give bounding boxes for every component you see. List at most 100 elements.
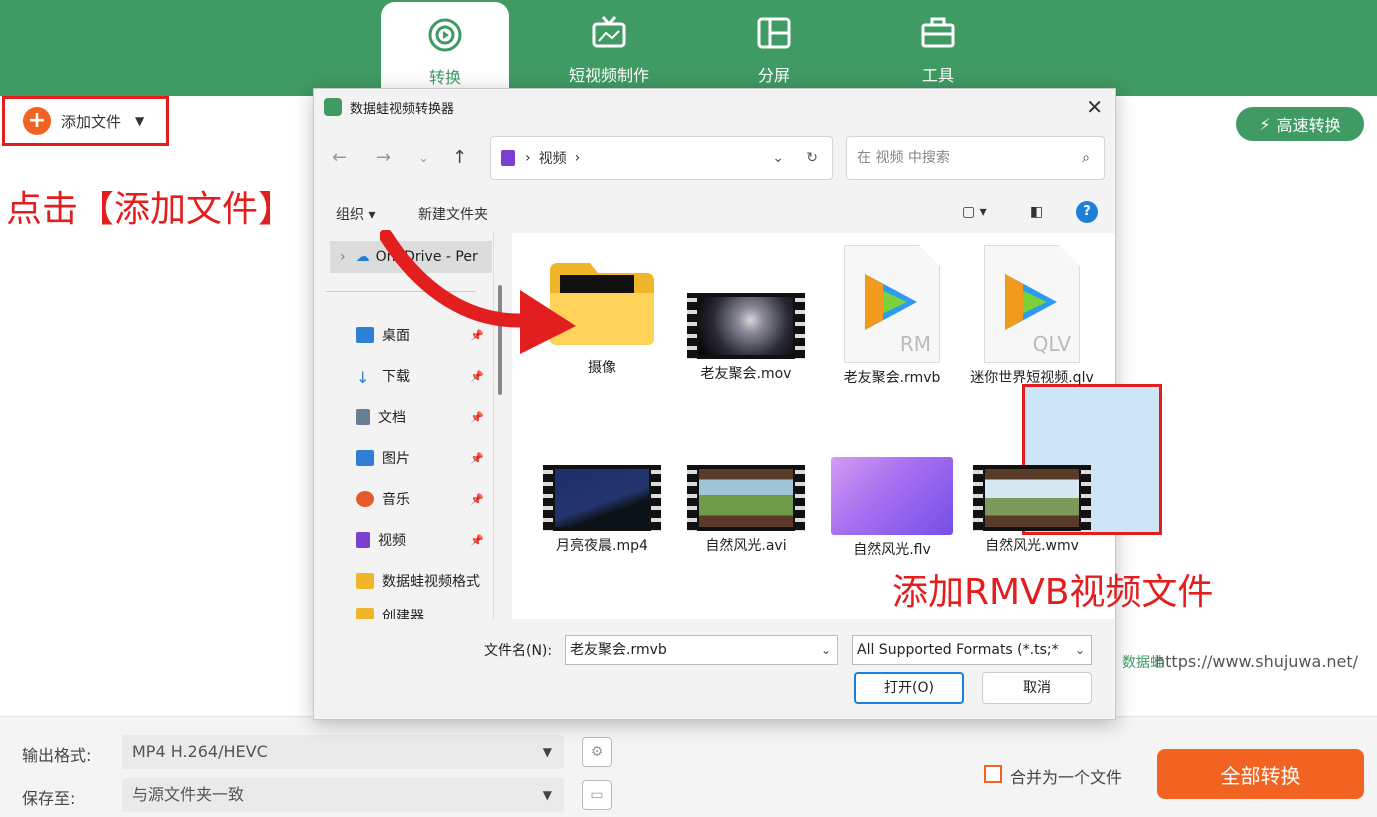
cancel-button[interactable]: 取消 xyxy=(982,672,1092,704)
sidebar-item-documents[interactable]: 文档 📌 xyxy=(356,404,492,430)
tab-short-video[interactable]: 短视频制作 xyxy=(545,0,673,96)
lightning-icon: ⚡ xyxy=(1259,114,1271,134)
file-name: 摄像 xyxy=(588,360,616,376)
back-arrow-icon[interactable]: ← xyxy=(332,147,347,168)
output-format-select[interactable]: MP4 H.264/HEVC ▼ xyxy=(122,735,564,769)
file-name: 月亮夜晨.mp4 xyxy=(556,538,648,554)
convert-icon xyxy=(428,18,462,52)
high-speed-convert-button[interactable]: ⚡ 高速转换 xyxy=(1236,107,1364,141)
output-format-label: 输出格式: xyxy=(22,746,92,765)
filetype-value: All Supported Formats (*.ts;* xyxy=(857,642,1059,658)
address-bar[interactable]: › 视频 › ⌄ ↻ xyxy=(490,136,833,180)
merge-label: 合并为一个文件 xyxy=(1010,768,1123,787)
top-navigation-bar: 转换 短视频制作 分屏 工具 xyxy=(0,0,1377,96)
qlv-file-icon: QLV xyxy=(984,245,1080,363)
pin-icon: 📌 xyxy=(470,410,484,424)
file-item-avi[interactable]: 自然风光.avi xyxy=(682,465,810,555)
recent-chevron-icon[interactable]: ⌄ xyxy=(418,151,429,166)
file-item-qlv[interactable]: QLV 迷你世界短视频.qlv xyxy=(968,245,1096,387)
file-name: 老友聚会.rmvb xyxy=(843,370,941,386)
file-item-flv[interactable]: 自然风光.flv xyxy=(828,457,956,559)
help-icon[interactable]: ? xyxy=(1076,201,1098,223)
sidebar-item-creator-folder[interactable]: 创建器 xyxy=(356,603,492,619)
sidebar-item-label: 数据蛙视频格式 xyxy=(382,574,480,590)
add-file-label: 添加文件 xyxy=(61,112,122,131)
sidebar-item-label: 下载 xyxy=(382,369,410,385)
toolbox-icon xyxy=(921,17,955,48)
annotation-click-add-file: 点击【添加文件】 xyxy=(6,189,295,230)
forward-arrow-icon[interactable]: → xyxy=(376,147,391,168)
file-name: 自然风光.avi xyxy=(705,538,787,554)
tab-label: 工具 xyxy=(921,66,954,85)
filename-input[interactable]: 老友聚会.rmvb ⌄ xyxy=(565,635,838,665)
folder-icon xyxy=(356,608,374,619)
play-icon xyxy=(865,274,917,330)
search-icon: ⌕ xyxy=(1082,150,1090,166)
filetype-select[interactable]: All Supported Formats (*.ts;* ⌄ xyxy=(852,635,1092,665)
tab-convert[interactable]: 转换 xyxy=(381,2,509,96)
download-icon: ↓ xyxy=(356,368,370,387)
sidebar-item-shujuwa-folder[interactable]: 数据蛙视频格式 xyxy=(356,568,492,594)
video-thumbnail xyxy=(687,465,805,531)
annotation-arrow xyxy=(380,230,576,354)
tab-split-screen[interactable]: 分屏 xyxy=(710,0,838,96)
sidebar-item-pictures[interactable]: 图片 📌 xyxy=(356,445,492,471)
close-icon[interactable]: ✕ xyxy=(1086,95,1103,119)
pin-icon: 📌 xyxy=(470,369,484,383)
breadcrumb-sep-icon: › xyxy=(525,150,531,166)
file-item-wmv[interactable]: 自然风光.wmv xyxy=(968,465,1096,555)
address-controls[interactable]: ⌄ ↻ xyxy=(772,150,818,166)
image-thumbnail xyxy=(831,457,953,535)
video-thumbnail xyxy=(543,465,661,531)
search-input[interactable]: 在 视频 中搜索 ⌕ xyxy=(846,136,1105,180)
chevron-down-icon[interactable]: ⌄ xyxy=(821,636,831,664)
open-folder-icon[interactable]: ▭ xyxy=(582,780,612,810)
video-thumbnail xyxy=(687,293,805,359)
sidebar-item-label: 音乐 xyxy=(382,492,410,508)
plus-icon: + xyxy=(23,107,51,135)
file-extension: RM xyxy=(899,332,931,356)
website-url: https://www.shujuwa.net/ xyxy=(1155,652,1359,671)
chevron-right-icon: › xyxy=(340,249,346,265)
cloud-icon: ☁ xyxy=(355,249,370,265)
tab-tools[interactable]: 工具 xyxy=(874,0,1002,96)
folder-icon xyxy=(356,573,374,589)
dialog-title: 数据蛙视频转换器 xyxy=(350,101,455,117)
merge-checkbox[interactable] xyxy=(984,765,1002,783)
file-item-mp4[interactable]: 月亮夜晨.mp4 xyxy=(538,465,666,555)
file-extension: QLV xyxy=(1032,332,1071,356)
view-mode-icon[interactable]: ▢ ▾ xyxy=(962,204,987,220)
command-bar: 组织 ▾ 新建文件夹 ▢ ▾ ◧ xyxy=(314,192,1115,232)
open-button[interactable]: 打开(O) xyxy=(854,672,964,704)
file-item-mov[interactable]: 老友聚会.mov xyxy=(682,293,810,383)
format-settings-icon[interactable]: ⚙ xyxy=(582,737,612,767)
sidebar-item-videos[interactable]: 视频 📌 xyxy=(356,527,492,553)
document-icon xyxy=(356,409,370,425)
breadcrumb-sep-icon: › xyxy=(574,150,581,166)
dialog-titlebar: 数据蛙视频转换器 xyxy=(314,89,1115,125)
filename-label: 文件名(N): xyxy=(484,643,553,659)
sidebar-item-label: 文档 xyxy=(378,410,406,426)
organize-menu[interactable]: 组织 ▾ xyxy=(336,204,375,224)
convert-all-button[interactable]: 全部转换 xyxy=(1157,749,1364,799)
save-to-value: 与源文件夹一致 xyxy=(132,785,245,804)
videos-icon xyxy=(501,150,515,166)
desktop-icon xyxy=(356,327,374,343)
breadcrumb-videos[interactable]: 视频 xyxy=(539,148,567,168)
save-to-select[interactable]: 与源文件夹一致 ▼ xyxy=(122,778,564,812)
pin-icon: 📌 xyxy=(470,451,484,465)
up-arrow-icon[interactable]: ↑ xyxy=(452,147,467,168)
sidebar-item-downloads[interactable]: ↓ 下载 📌 xyxy=(356,363,492,389)
add-file-button[interactable]: + 添加文件 ▼ xyxy=(2,96,169,146)
file-item-rmvb[interactable]: RM 老友聚会.rmvb xyxy=(828,245,956,387)
pin-icon: 📌 xyxy=(470,533,484,547)
caret-down-icon[interactable]: ▼ xyxy=(135,114,144,128)
chevron-down-icon: ▼ xyxy=(542,788,552,802)
preview-pane-icon[interactable]: ◧ xyxy=(1030,204,1043,220)
speed-label: 高速转换 xyxy=(1276,116,1341,135)
new-folder-button[interactable]: 新建文件夹 xyxy=(418,204,488,224)
output-format-value: MP4 H.264/HEVC xyxy=(132,742,268,761)
open-file-dialog: 数据蛙视频转换器 ✕ ← → ⌄ ↑ › 视频 › ⌄ ↻ 在 视频 中搜索 ⌕… xyxy=(313,88,1213,720)
sidebar-item-music[interactable]: 音乐 📌 xyxy=(356,486,492,512)
music-icon xyxy=(356,491,374,507)
